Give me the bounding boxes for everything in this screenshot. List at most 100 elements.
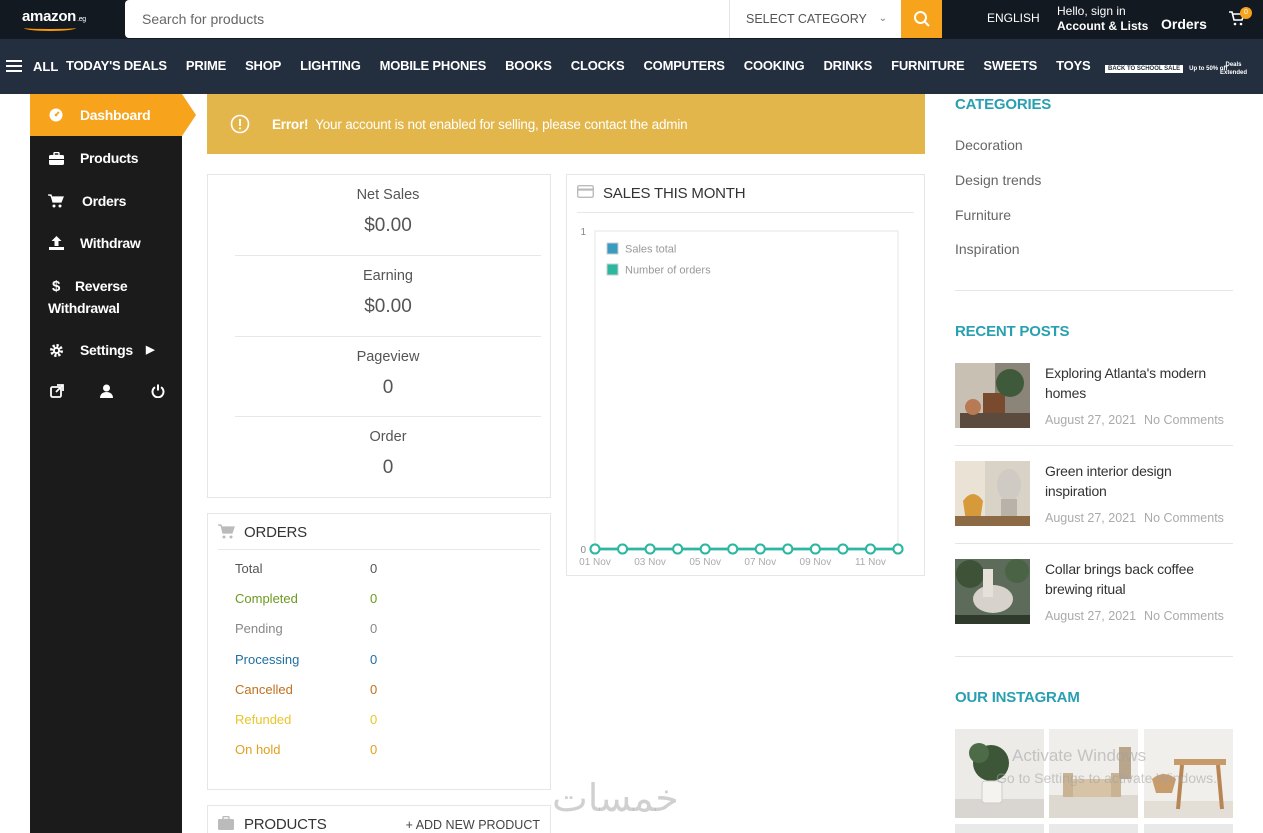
legend-label: Sales total	[625, 244, 676, 256]
promo-banner[interactable]: BACK TO SCHOOL SALE Up to 50% off	[1105, 65, 1227, 73]
user-icon[interactable]	[100, 384, 113, 398]
account-menu[interactable]: Hello, sign in Account & Lists	[1057, 4, 1148, 34]
order-status-label: Refunded	[235, 712, 292, 727]
data-point	[892, 543, 904, 555]
order-status-count: 0	[370, 681, 378, 697]
stat-order: Order 0	[369, 429, 407, 478]
menu-icon[interactable]	[6, 59, 22, 73]
nav-todays-deals[interactable]: TODAY'S DEALS	[66, 58, 167, 73]
account-greeting: Hello, sign in	[1057, 4, 1126, 18]
orders-panel-header: ORDERS	[218, 524, 540, 550]
post-thumbnail[interactable]	[955, 363, 1030, 428]
category-link-furniture[interactable]: Furniture	[955, 207, 1011, 223]
order-status-row[interactable]: Cancelled 0	[235, 681, 377, 697]
error-message: Error! Your account is not enabled for s…	[272, 117, 688, 132]
post-title[interactable]: Collar brings back coffee brewing ritual	[1045, 559, 1235, 599]
nav-books[interactable]: BOOKS	[505, 58, 552, 73]
order-status-label: Completed	[235, 591, 298, 607]
stat-net-sales: Net Sales $0.00	[356, 187, 420, 236]
products-panel: PRODUCTS + ADD NEW PRODUCT	[207, 805, 551, 833]
nav-sweets[interactable]: SWEETS	[983, 58, 1037, 73]
legend-swatch	[606, 263, 619, 276]
nav-mobile-phones[interactable]: MOBILE PHONES	[380, 58, 487, 73]
recent-post[interactable]: Exploring Atlanta's modern homes August …	[955, 363, 1233, 429]
search-input[interactable]	[125, 0, 729, 38]
nav-lighting[interactable]: LIGHTING	[300, 58, 361, 73]
legend-label: Number of orders	[625, 265, 711, 277]
sidebar-item-dashboard[interactable]: Dashboard	[30, 94, 196, 136]
order-status-label: Pending	[235, 621, 283, 637]
data-point	[644, 543, 656, 555]
order-status-count: 0	[370, 651, 378, 667]
cart-count-badge: 0	[1240, 7, 1252, 19]
search-icon	[913, 11, 930, 27]
order-status-row[interactable]: Total 0	[235, 561, 377, 576]
search-button[interactable]	[901, 0, 942, 38]
post-title[interactable]: Exploring Atlanta's modern homes	[1045, 363, 1235, 403]
stat-earning: Earning $0.00	[363, 268, 413, 317]
data-point	[782, 543, 794, 555]
nav-all[interactable]: ALL	[33, 59, 58, 74]
nav-furniture[interactable]: FURNITURE	[891, 58, 965, 73]
category-link-decoration[interactable]: Decoration	[955, 137, 1023, 153]
cart-icon	[218, 524, 235, 539]
info-icon	[230, 114, 250, 134]
briefcase-icon	[48, 150, 64, 166]
order-status-row[interactable]: On hold 0	[235, 742, 377, 757]
data-point	[809, 543, 821, 555]
x-tick-label: 07 Nov	[744, 557, 776, 568]
nav-clocks[interactable]: CLOCKS	[571, 58, 625, 73]
category-link-inspiration[interactable]: Inspiration	[955, 241, 1020, 257]
sales-this-month-panel: SALES THIS MONTH 0 1 01 Nov 03 Nov 05 Nov 07 …	[566, 174, 925, 576]
power-icon[interactable]	[151, 384, 165, 398]
post-meta: August 27, 2021 No Comments	[1045, 413, 1224, 427]
order-status-label: Cancelled	[235, 681, 293, 697]
order-status-count: 0	[370, 591, 378, 607]
instagram-title: OUR INSTAGRAM	[955, 689, 1080, 706]
sales-line-chart: 0 1 01 Nov 03 Nov 05 Nov 07 Nov 09 Nov 11 Nov Sa…	[579, 227, 904, 568]
order-status-row[interactable]: Completed 0	[235, 591, 377, 607]
order-status-row[interactable]: Refunded 0	[235, 712, 377, 727]
upload-icon	[48, 235, 64, 251]
nav-cooking[interactable]: COOKING	[744, 58, 805, 73]
post-title[interactable]: Green interior design inspiration	[1045, 461, 1235, 501]
gear-icon	[48, 342, 64, 358]
recent-posts-title: RECENT POSTS	[955, 323, 1070, 340]
orders-link[interactable]: Orders	[1161, 16, 1207, 32]
x-tick-label: 03 Nov	[634, 557, 666, 568]
caret-right-icon: ▶	[146, 344, 155, 356]
nav-computers[interactable]: COMPUTERS	[643, 58, 724, 73]
category-select[interactable]: SELECT CATEGORY ⌄	[729, 0, 901, 38]
recent-post[interactable]: Green interior design inspiration August…	[955, 461, 1233, 527]
account-lists: Account & Lists	[1057, 19, 1149, 33]
data-point	[837, 543, 849, 555]
order-status-label: Total	[235, 561, 263, 576]
nav-shop[interactable]: SHOP	[245, 58, 281, 73]
y-tick-label: 0	[580, 545, 586, 556]
x-tick-label: 01 Nov	[579, 557, 611, 568]
order-status-count: 0	[370, 621, 378, 637]
y-tick-label: 1	[580, 227, 586, 238]
promo-deals-extended[interactable]: Deals Extended	[1220, 61, 1247, 77]
amazon-logo[interactable]: amazon.eg	[22, 8, 86, 31]
data-point	[727, 543, 739, 555]
post-meta: August 27, 2021 No Comments	[1045, 511, 1224, 525]
category-link-design-trends[interactable]: Design trends	[955, 172, 1041, 188]
post-thumbnail[interactable]	[955, 461, 1030, 526]
stat-pageview: Pageview 0	[356, 349, 420, 398]
dashboard-sidebar: Dashboard Products Orders Withdraw $ Rev…	[30, 94, 196, 833]
x-tick-label: 05 Nov	[689, 557, 721, 568]
post-meta: August 27, 2021 No Comments	[1045, 609, 1224, 623]
language-selector[interactable]: ENGLISH	[987, 11, 1040, 25]
order-status-row[interactable]: Processing 0	[235, 652, 377, 667]
nav-toys[interactable]: TOYS	[1056, 58, 1091, 73]
order-status-row[interactable]: Pending 0	[235, 621, 377, 637]
post-thumbnail[interactable]	[955, 559, 1030, 624]
add-new-product-link[interactable]: + ADD NEW PRODUCT	[406, 818, 540, 832]
external-link-icon[interactable]	[50, 384, 64, 398]
nav-drinks[interactable]: DRINKS	[823, 58, 872, 73]
nav-bar: ALL TODAY'S DEALS PRIME SHOP LIGHTING MO…	[0, 39, 1263, 94]
recent-post[interactable]: Collar brings back coffee brewing ritual…	[955, 559, 1233, 625]
briefcase-icon	[218, 816, 234, 830]
nav-prime[interactable]: PRIME	[186, 58, 226, 73]
